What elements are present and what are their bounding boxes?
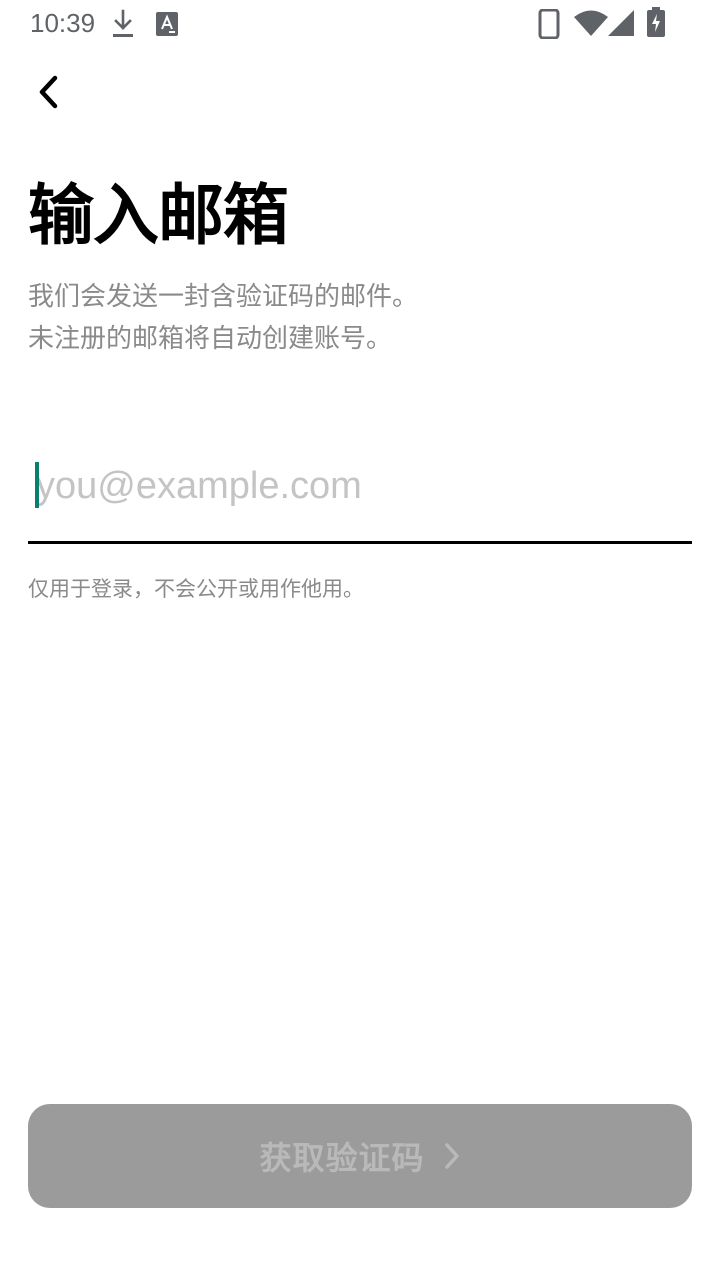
subtitle-line-2: 未注册的邮箱将自动创建账号。 <box>28 324 393 354</box>
page-title: 输入邮箱 <box>28 177 289 254</box>
chevron-left-icon <box>39 75 58 109</box>
subtitle-line-1: 我们会发送一封含验证码的邮件。 <box>28 282 419 312</box>
phone-vibrate-icon <box>538 9 560 39</box>
email-field-container <box>28 446 692 544</box>
status-bar: 10:39 <box>0 0 720 48</box>
download-icon <box>113 9 133 37</box>
battery-charging-icon <box>647 7 665 37</box>
email-helper-text: 仅用于登录，不会公开或用作他用。 <box>28 577 364 601</box>
back-button[interactable] <box>24 66 72 118</box>
submit-button-label: 获取验证码 <box>259 1139 425 1177</box>
email-input[interactable] <box>36 456 676 516</box>
cell-signal-icon <box>608 10 634 36</box>
text-cursor <box>35 462 39 508</box>
wifi-icon <box>574 10 608 36</box>
text-notification-icon <box>156 12 178 36</box>
get-verification-code-button[interactable]: 获取验证码 <box>28 1104 692 1208</box>
status-time: 10:39 <box>30 8 96 38</box>
chevron-right-icon <box>444 1143 459 1169</box>
